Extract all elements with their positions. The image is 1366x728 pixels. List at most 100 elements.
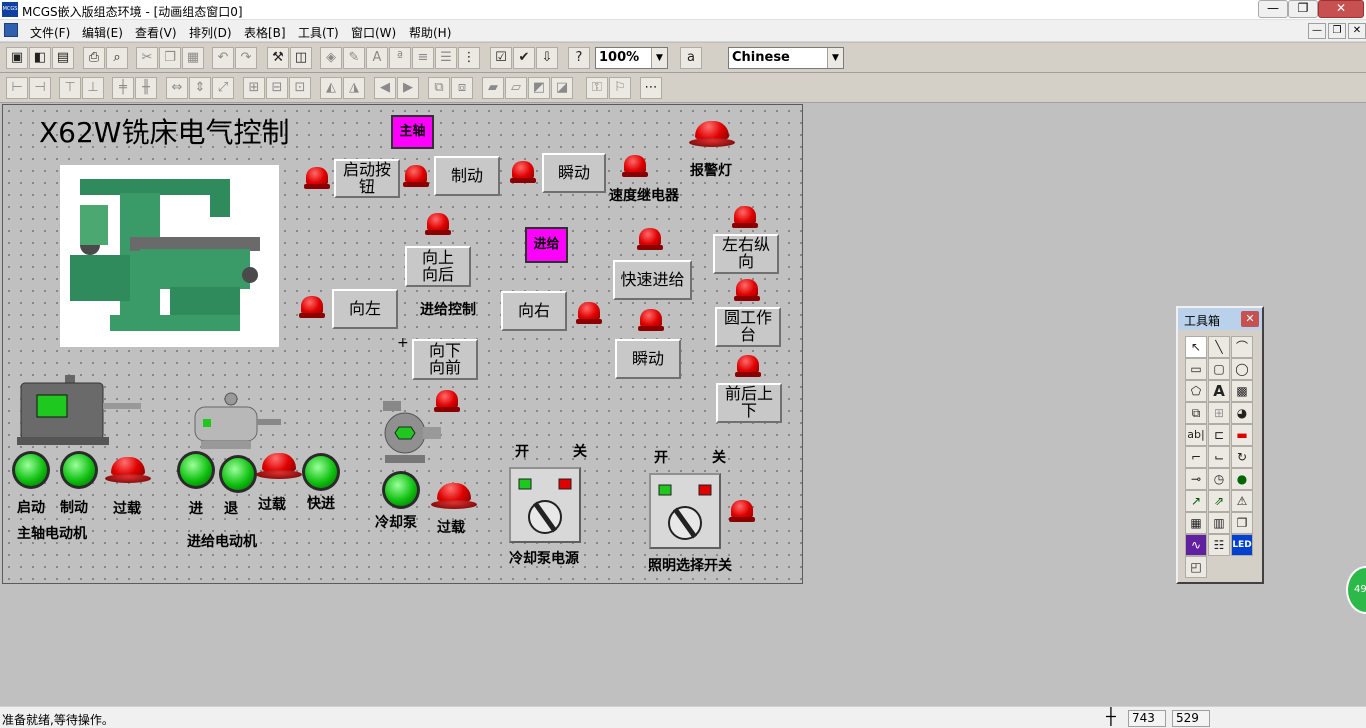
jog-button-mid[interactable]: 瞬动: [615, 339, 681, 379]
forward-icon[interactable]: ◩: [528, 77, 550, 99]
bitmap-tool-icon[interactable]: ▩: [1231, 380, 1253, 402]
spindle-start-lamp[interactable]: [12, 451, 50, 489]
space-v-icon[interactable]: ⊟: [266, 77, 288, 99]
light-select-switch[interactable]: [649, 473, 721, 549]
center-vertical-icon[interactable]: ╪: [112, 77, 134, 99]
lock-icon[interactable]: ⚿: [586, 77, 608, 99]
spindle-overload-lamp[interactable]: [105, 457, 151, 483]
fb-ud-lamp[interactable]: [735, 355, 761, 377]
round-table-button[interactable]: 圆工作台: [715, 307, 781, 347]
jog-mid-lamp[interactable]: [638, 309, 664, 331]
menu-help[interactable]: 帮助(H): [409, 24, 451, 41]
up-back-lamp[interactable]: [425, 213, 451, 235]
rapid-lamp[interactable]: [637, 228, 663, 250]
space-h-icon[interactable]: ⊞: [243, 77, 265, 99]
help-icon[interactable]: ?: [568, 47, 590, 69]
broken-line-tool-icon[interactable]: ⌙: [1208, 446, 1230, 468]
text-tool-icon[interactable]: A: [1208, 380, 1230, 402]
align-left-icon[interactable]: ⊢: [6, 77, 28, 99]
chevron-down-icon[interactable]: ▼: [651, 48, 667, 68]
check-icon[interactable]: ✔: [513, 47, 535, 69]
list-tool-icon[interactable]: ☷: [1208, 534, 1230, 556]
fill-color-icon[interactable]: ◈: [320, 47, 342, 69]
download-icon[interactable]: ⇩: [536, 47, 558, 69]
line-width-icon[interactable]: ☰: [435, 47, 457, 69]
step-line-tool-icon[interactable]: ⌐: [1185, 446, 1207, 468]
slider-tool-icon[interactable]: ⊏: [1208, 424, 1230, 446]
round-table-lamp[interactable]: [734, 279, 760, 301]
element-library-icon[interactable]: ⊞: [1208, 402, 1230, 424]
ellipse-tool-icon[interactable]: ◯: [1231, 358, 1253, 380]
design-canvas[interactable]: X62W铣床电气控制 主轴 进给 报警灯 启动按钮 制动 瞬动 速度继电器 向上…: [2, 104, 803, 584]
undo-icon[interactable]: ↶: [212, 47, 234, 69]
grid-icon[interactable]: ⋮: [458, 47, 480, 69]
speed-relay-lamp[interactable]: [622, 155, 648, 177]
trend-tool-icon[interactable]: ↗: [1185, 490, 1207, 512]
feed-out-lamp[interactable]: [219, 455, 257, 493]
meter-tool-icon[interactable]: ◷: [1208, 468, 1230, 490]
close-button[interactable]: ✕: [1318, 0, 1364, 18]
pointer-tool-icon[interactable]: ↖: [1185, 336, 1207, 358]
milling-machine-image[interactable]: [60, 165, 279, 347]
maximize-button[interactable]: ❐: [1288, 0, 1318, 18]
line-type-icon[interactable]: ≡: [412, 47, 434, 69]
coolant-indicator-lamp[interactable]: [434, 390, 460, 412]
lr-longitudinal-button[interactable]: 左右纵向: [713, 234, 779, 274]
flow-block-tool-icon[interactable]: ⧉: [1185, 402, 1207, 424]
center-icon[interactable]: ⊡: [289, 77, 311, 99]
start-button-lamp[interactable]: [403, 165, 429, 187]
feed-fast-lamp[interactable]: [302, 453, 340, 491]
brake-lamp[interactable]: [510, 161, 536, 183]
arc-tool-icon[interactable]: ⌒: [1231, 336, 1253, 358]
new-window-icon[interactable]: ▣: [6, 47, 28, 69]
menu-table[interactable]: 表格[B]: [244, 24, 286, 41]
same-size-icon[interactable]: ⤢: [212, 77, 234, 99]
left-button[interactable]: 向左: [332, 289, 398, 329]
redo-icon[interactable]: ↷: [235, 47, 257, 69]
spindle-motor-icon[interactable]: [17, 375, 141, 449]
polygon-tool-icon[interactable]: ⬠: [1185, 380, 1207, 402]
cut-icon[interactable]: ✂: [136, 47, 158, 69]
coolant-power-switch[interactable]: [509, 467, 581, 543]
spindle-brake-lamp[interactable]: [60, 451, 98, 489]
properties-icon[interactable]: ☑: [490, 47, 512, 69]
up-back-button[interactable]: 向上 向后: [405, 246, 471, 287]
page-title[interactable]: X62W铣床电气控制: [39, 111, 290, 151]
menu-file[interactable]: 文件(F): [30, 24, 70, 41]
rounded-rect-tool-icon[interactable]: ▢: [1208, 358, 1230, 380]
rotate-tool-icon[interactable]: ↻: [1231, 446, 1253, 468]
front-back-up-down-button[interactable]: 前后上下: [716, 383, 782, 423]
bring-front-icon[interactable]: ▰: [482, 77, 504, 99]
coolant-pump-lamp[interactable]: [382, 471, 420, 509]
toolbox-panel[interactable]: 工具箱 ✕ ↖ ╲ ⌒ ▭ ▢ ◯ ⬠ A ▩ ⧉ ⊞ ◕ ab| ⊏ ▬ ⌐ …: [1176, 306, 1264, 584]
minimize-button[interactable]: —: [1258, 0, 1288, 18]
picture-tool-icon[interactable]: ◰: [1185, 556, 1207, 578]
flip-v-icon[interactable]: ▶: [397, 77, 419, 99]
alarm-tool-icon[interactable]: ⚠: [1231, 490, 1253, 512]
mdi-restore-button[interactable]: ❐: [1328, 23, 1346, 39]
history-trend-tool-icon[interactable]: ⇗: [1208, 490, 1230, 512]
spindle-indicator[interactable]: 主轴: [391, 115, 434, 149]
report-tool-icon[interactable]: ▥: [1208, 512, 1230, 534]
right-lamp[interactable]: [576, 302, 602, 324]
mdi-minimize-button[interactable]: —: [1308, 23, 1326, 39]
down-front-button[interactable]: 向下 向前: [412, 339, 478, 380]
document-icon[interactable]: [4, 23, 18, 37]
mdi-close-button[interactable]: ✕: [1348, 23, 1366, 39]
align-right-icon[interactable]: ⊣: [29, 77, 51, 99]
lr-long-lamp[interactable]: [732, 206, 758, 228]
feed-in-lamp[interactable]: [177, 451, 215, 489]
left-lamp[interactable]: [299, 296, 325, 318]
menu-view[interactable]: 查看(V): [135, 24, 177, 41]
material-library-icon[interactable]: ◕: [1231, 402, 1253, 424]
line-tool-icon[interactable]: ╲: [1208, 336, 1230, 358]
open-icon[interactable]: ◧: [29, 47, 51, 69]
same-height-icon[interactable]: ⇕: [189, 77, 211, 99]
menu-edit[interactable]: 编辑(E): [82, 24, 123, 41]
button-tool-icon[interactable]: ▬: [1231, 424, 1253, 446]
rotate-left-icon[interactable]: ◭: [320, 77, 342, 99]
palette-icon[interactable]: ◫: [290, 47, 312, 69]
start-button[interactable]: 启动按钮: [334, 159, 400, 198]
input-box-tool-icon[interactable]: ab|: [1185, 424, 1207, 446]
group-icon[interactable]: ⧉: [428, 77, 450, 99]
